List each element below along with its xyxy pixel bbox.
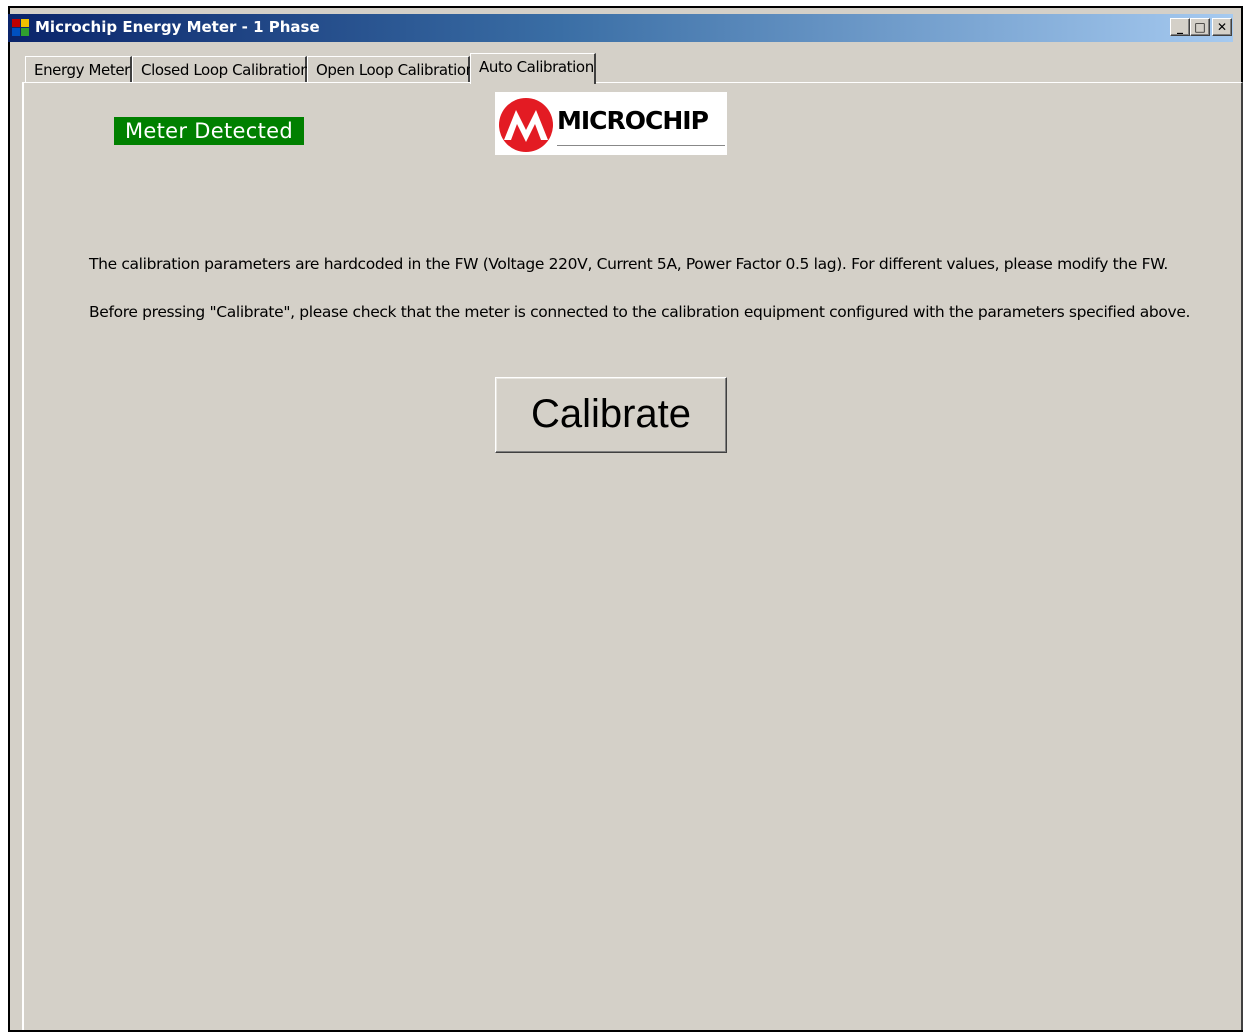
- tab-open-loop-calibration[interactable]: Open Loop Calibration: [307, 56, 475, 82]
- tab-energy-meter[interactable]: Energy Meter: [25, 56, 132, 82]
- maximize-icon: □: [1194, 20, 1206, 34]
- microchip-logo-icon: [499, 98, 553, 152]
- title-bar: Microchip Energy Meter - 1 Phase _ □ ✕: [8, 14, 1233, 42]
- calibrate-button[interactable]: Calibrate: [495, 377, 727, 453]
- minimize-button[interactable]: _: [1170, 18, 1190, 36]
- calibration-warning-text: Before pressing "Calibrate", please chec…: [89, 303, 1191, 321]
- meter-status-badge: Meter Detected: [114, 117, 304, 145]
- microchip-logo: MICROCHIP: [495, 92, 727, 155]
- maximize-button[interactable]: □: [1190, 18, 1210, 36]
- close-icon: ✕: [1216, 20, 1228, 34]
- close-button[interactable]: ✕: [1212, 18, 1232, 36]
- calibration-parameters-text: The calibration parameters are hardcoded…: [89, 255, 1168, 273]
- tab-closed-loop-calibration[interactable]: Closed Loop Calibration: [132, 56, 310, 82]
- minimize-icon: _: [1177, 20, 1183, 34]
- tab-auto-calibration[interactable]: Auto Calibration: [470, 53, 596, 84]
- app-icon[interactable]: [12, 19, 30, 37]
- logo-underline: [557, 145, 725, 146]
- window-title: Microchip Energy Meter - 1 Phase: [35, 18, 320, 36]
- logo-text: MICROCHIP: [557, 106, 709, 135]
- auto-calibration-panel: [22, 82, 1243, 1030]
